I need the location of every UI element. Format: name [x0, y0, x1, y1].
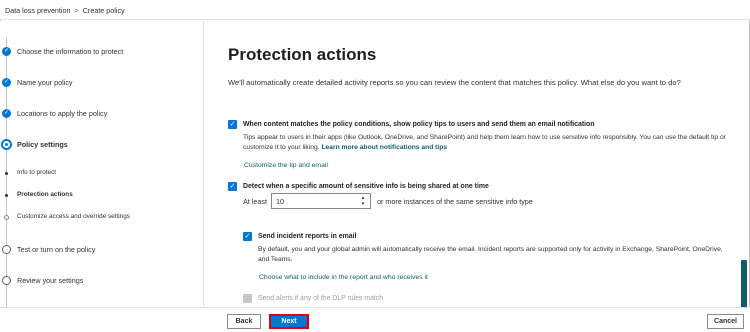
chevron-right-icon: >: [74, 6, 79, 15]
pending-step-icon: [2, 245, 11, 254]
wizard-steps: ✓ Choose the information to protect ✓ Na…: [0, 21, 204, 313]
option-title: Send incident reports in email: [258, 233, 357, 240]
substep-open-dot-icon: [4, 215, 9, 220]
step-test-or-turn-on[interactable]: Test or turn on the policy: [0, 242, 204, 258]
option-description: Tips appear to users in their apps (like…: [243, 133, 729, 153]
send-incident-reports-checkbox[interactable]: ✓: [243, 232, 252, 241]
option-description: By default, you and your global admin wi…: [258, 246, 723, 263]
option-title: Send alerts if any of the DLP rules matc…: [258, 295, 384, 302]
next-button[interactable]: Next: [269, 314, 309, 329]
pending-step-icon: [2, 276, 11, 285]
report-recipients-link[interactable]: Choose what to include in the report and…: [259, 274, 428, 281]
substep-protection-actions[interactable]: Protection actions: [0, 188, 204, 204]
step-label: Policy settings: [17, 140, 68, 149]
check-icon: ✓: [2, 78, 11, 87]
cancel-button[interactable]: Cancel: [707, 314, 744, 329]
check-icon: ✓: [229, 183, 236, 190]
step-label: Choose the information to protect: [17, 47, 124, 56]
check-icon: ✓: [244, 233, 251, 240]
footer-bar: Back Next Cancel: [0, 307, 750, 332]
show-policy-tips-checkbox[interactable]: ✓: [228, 120, 237, 129]
main-content: Protection actions We'll automatically c…: [205, 21, 750, 307]
at-least-label: At least: [243, 197, 267, 206]
instance-count-input[interactable]: [276, 196, 356, 207]
back-button[interactable]: Back: [227, 314, 261, 329]
option-title: Detect when a specific amount of sensiti…: [243, 183, 489, 190]
substep-customize-access[interactable]: Customize access and override settings: [0, 210, 204, 226]
detect-amount-checkbox[interactable]: ✓: [228, 182, 237, 191]
step-label: Info to protect: [17, 169, 57, 176]
check-icon: ✓: [229, 121, 236, 128]
option-title: When content matches the policy conditio…: [243, 121, 595, 128]
step-label: Protection actions: [17, 191, 73, 198]
step-label: Review your settings: [17, 276, 84, 285]
top-bar: Data loss prevention > Create policy: [0, 0, 750, 20]
chevron-down-icon[interactable]: ▼: [359, 201, 367, 207]
breadcrumb: Data loss prevention > Create policy: [5, 6, 125, 15]
step-choose-info[interactable]: ✓ Choose the information to protect: [0, 44, 204, 60]
step-label: Customize access and override settings: [17, 213, 130, 220]
customize-tip-link[interactable]: Customize the tip and email: [244, 162, 328, 169]
vertical-scrollbar[interactable]: [741, 260, 747, 310]
page-title: Protection actions: [228, 45, 377, 64]
step-label: Locations to apply the policy: [17, 109, 108, 118]
option-description-text: Tips appear to users in their apps (like…: [243, 134, 726, 151]
step-label: Test or turn on the policy: [17, 245, 96, 254]
step-name-policy[interactable]: ✓ Name your policy: [0, 75, 204, 91]
substep-dot-icon: [5, 194, 8, 197]
check-icon: ✓: [2, 109, 11, 118]
substep-dot-icon: [5, 172, 8, 175]
step-review-settings[interactable]: Review your settings: [0, 273, 204, 289]
step-policy-settings[interactable]: Policy settings: [0, 137, 204, 153]
instances-label: or more instances of the same sensitive …: [377, 197, 533, 206]
instance-count-stepper[interactable]: ▲ ▼: [271, 193, 371, 209]
step-locations[interactable]: ✓ Locations to apply the policy: [0, 106, 204, 122]
substep-info-to-protect[interactable]: Info to protect: [0, 166, 204, 182]
send-alerts-checkbox[interactable]: [243, 294, 252, 303]
step-label: Name your policy: [17, 78, 73, 87]
breadcrumb-root[interactable]: Data loss prevention: [5, 6, 71, 15]
breadcrumb-current: Create policy: [82, 6, 125, 15]
learn-more-link[interactable]: Learn more about notifications and tips: [321, 144, 447, 151]
check-icon: ✓: [2, 47, 11, 56]
intro-text: We'll automatically create detailed acti…: [228, 78, 681, 87]
current-step-icon: [1, 139, 12, 150]
